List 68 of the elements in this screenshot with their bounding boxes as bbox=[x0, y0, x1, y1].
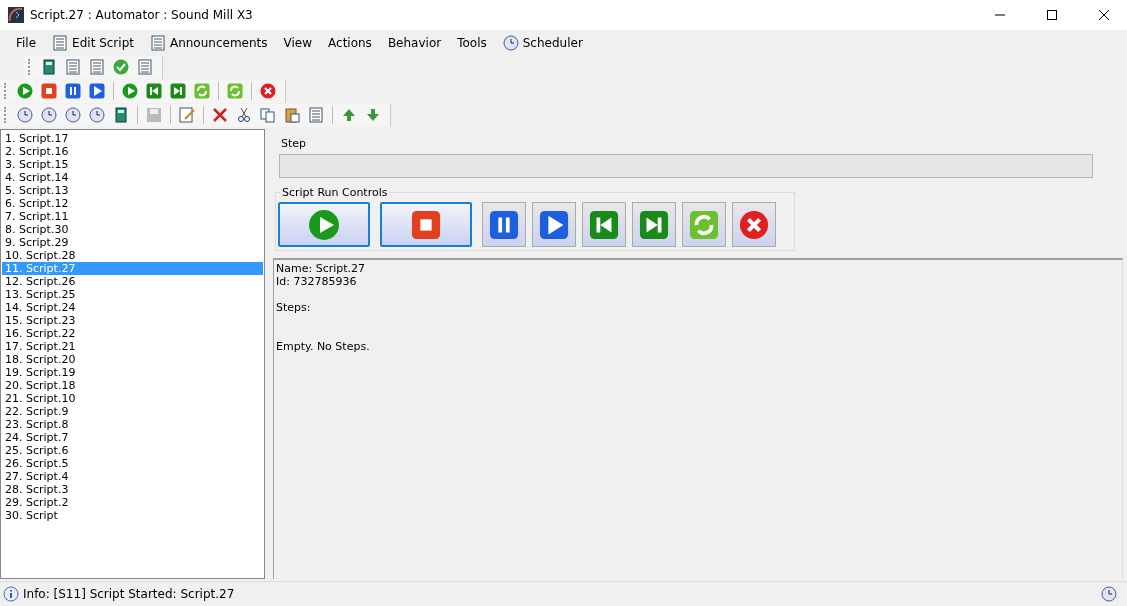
script-list-item[interactable]: 17. Script.21 bbox=[2, 340, 263, 353]
script-list-item[interactable]: 30. Script bbox=[2, 509, 263, 522]
script-list-item[interactable]: 22. Script.9 bbox=[2, 405, 263, 418]
script-list-item[interactable]: 3. Script.15 bbox=[2, 158, 263, 171]
script-list-item[interactable]: 7. Script.11 bbox=[2, 210, 263, 223]
stop-button[interactable] bbox=[380, 202, 472, 247]
script-name-text: Name: Script.27 bbox=[276, 262, 366, 275]
clock-icon[interactable] bbox=[14, 104, 36, 126]
script-list-item[interactable]: 10. Script.28 bbox=[2, 249, 263, 262]
script-list-item[interactable]: 12. Script.26 bbox=[2, 275, 263, 288]
play-button[interactable] bbox=[278, 202, 370, 247]
script-list-item[interactable]: 8. Script.30 bbox=[2, 223, 263, 236]
window-title: Script.27 : Automator : Sound Mill X3 bbox=[30, 8, 254, 22]
steps-message: Empty. No Steps. bbox=[276, 340, 370, 353]
clock-icon[interactable] bbox=[38, 104, 60, 126]
menu-item[interactable]: Scheduler bbox=[494, 31, 591, 54]
menu-item[interactable]: Behavior bbox=[379, 31, 450, 54]
close-circle-button[interactable] bbox=[732, 202, 776, 247]
pause-button[interactable] bbox=[482, 202, 526, 247]
info-icon bbox=[3, 586, 19, 602]
script-list-item[interactable]: 21. Script.10 bbox=[2, 392, 263, 405]
close-icon bbox=[1099, 10, 1109, 20]
menu-item[interactable]: View bbox=[275, 31, 321, 54]
menu-item[interactable]: Edit Script bbox=[44, 31, 142, 54]
status-text: Info: [S11] Script Started: Script.27 bbox=[23, 587, 236, 601]
script-list-item[interactable]: 2. Script.16 bbox=[2, 145, 263, 158]
script-id-text: Id: 732785936 bbox=[276, 275, 357, 288]
script-list-item[interactable]: 20. Script.18 bbox=[2, 379, 263, 392]
script-list-item[interactable]: 19. Script.19 bbox=[2, 366, 263, 379]
script-list-item[interactable]: 5. Script.13 bbox=[2, 184, 263, 197]
step-label: Step bbox=[281, 137, 307, 150]
edit-icon[interactable] bbox=[176, 104, 198, 126]
script-list-item[interactable]: 27. Script.4 bbox=[2, 470, 263, 483]
script-list-item[interactable]: 18. Script.20 bbox=[2, 353, 263, 366]
refresh-button[interactable] bbox=[682, 202, 726, 247]
script-list-item[interactable]: 16. Script.22 bbox=[2, 327, 263, 340]
stop-icon bbox=[411, 209, 441, 240]
script-list-item[interactable]: 6. Script.12 bbox=[2, 197, 263, 210]
script-list-item[interactable]: 14. Script.24 bbox=[2, 301, 263, 314]
play-icon bbox=[308, 208, 340, 241]
list-icon bbox=[149, 34, 166, 51]
menu-item[interactable]: Announcements bbox=[141, 31, 276, 54]
play-forward-button[interactable] bbox=[532, 202, 576, 247]
skip-back-button[interactable] bbox=[582, 202, 626, 247]
maximize-icon bbox=[1047, 10, 1057, 20]
script-list-item[interactable]: 24. Script.7 bbox=[2, 431, 263, 444]
menu-item[interactable]: Actions bbox=[320, 31, 380, 54]
script-list-item[interactable]: 9. Script.29 bbox=[2, 236, 263, 249]
script-list-item[interactable]: 28. Script.3 bbox=[2, 483, 263, 496]
clock-icon bbox=[502, 34, 519, 51]
steps-label: Steps: bbox=[276, 301, 311, 314]
list-icon bbox=[52, 34, 69, 51]
script-list-item[interactable]: 26. Script.5 bbox=[2, 457, 263, 470]
script-list-item[interactable]: 29. Script.2 bbox=[2, 496, 263, 509]
clock-icon bbox=[1101, 586, 1117, 602]
script-list-item[interactable]: 1. Script.17 bbox=[2, 132, 263, 145]
clock-icon[interactable] bbox=[86, 104, 108, 126]
menu-item[interactable]: Tools bbox=[449, 31, 495, 54]
menu-item[interactable]: File bbox=[8, 31, 45, 54]
script-list-item[interactable]: 4. Script.14 bbox=[2, 171, 263, 184]
app-logo-icon bbox=[8, 7, 24, 23]
script-list-item[interactable]: 13. Script.25 bbox=[2, 288, 263, 301]
script-list-item[interactable]: 15. Script.23 bbox=[2, 314, 263, 327]
skip-forward-button[interactable] bbox=[632, 202, 676, 247]
script-list-item[interactable]: 23. Script.8 bbox=[2, 418, 263, 431]
script-list-item[interactable]: 25. Script.6 bbox=[2, 444, 263, 457]
group-title: Script Run Controls bbox=[280, 186, 390, 199]
clock-icon[interactable] bbox=[62, 104, 84, 126]
